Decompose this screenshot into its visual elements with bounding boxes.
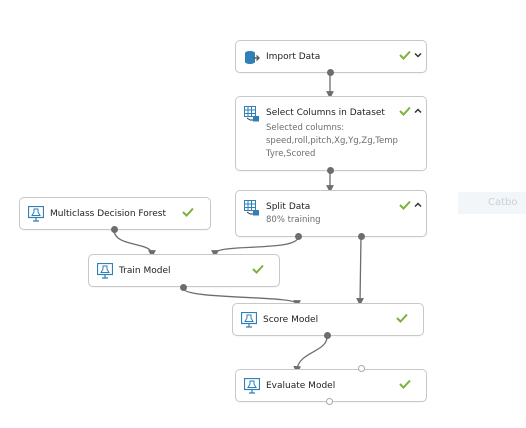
- monitor-flask-icon: [97, 263, 113, 279]
- partial-module-label[interactable]: Catbo: [458, 192, 526, 214]
- train-model-module[interactable]: Train Model: [88, 254, 280, 287]
- module-title: Split Data: [266, 202, 311, 212]
- edge-forest-to-train: [113, 229, 156, 258]
- checkmark-icon: [399, 50, 411, 60]
- edge-split-to-score: [356, 236, 364, 306]
- chevron-up-icon[interactable]: [413, 106, 423, 116]
- table-grid-icon: [244, 200, 259, 216]
- module-title: Import Data: [266, 52, 321, 62]
- monitor-flask-icon: [28, 206, 44, 222]
- monitor-flask-icon: [244, 378, 260, 394]
- select-columns-module[interactable]: Select Columns in Dataset Selected colum…: [235, 96, 427, 171]
- experiment-canvas[interactable]: Import Data Select Columns in Dataset Se…: [0, 0, 526, 428]
- module-title: Score Model: [263, 315, 319, 325]
- edge-split-to-train: [211, 236, 299, 258]
- module-detail: Selected columns:: [266, 123, 345, 133]
- checkmark-icon: [182, 207, 194, 217]
- checkmark-icon: [399, 379, 411, 389]
- module-title: Evaluate Model: [266, 381, 336, 391]
- output-port-right[interactable]: [358, 233, 365, 240]
- split-data-module[interactable]: Split Data 80% training: [235, 190, 427, 237]
- output-port[interactable]: [326, 398, 333, 405]
- monitor-flask-icon: [241, 312, 257, 328]
- output-port[interactable]: [180, 284, 187, 291]
- database-arrow-icon: [245, 51, 260, 64]
- table-grid-icon: [244, 106, 259, 122]
- input-port-right[interactable]: [358, 365, 365, 372]
- chevron-up-icon[interactable]: [413, 200, 423, 210]
- module-title: Multiclass Decision Forest: [50, 209, 166, 219]
- edge-train-to-score: [182, 287, 301, 308]
- module-detail: Tyre,Scored: [266, 149, 316, 159]
- module-detail: speed,roll,pitch,Xg,Yg,Zg,Temp: [266, 136, 398, 146]
- checkmark-icon: [396, 313, 408, 323]
- output-port[interactable]: [111, 226, 118, 233]
- checkmark-icon: [399, 106, 411, 116]
- evaluate-model-module[interactable]: Evaluate Model: [235, 369, 427, 402]
- module-title: Train Model: [119, 266, 171, 276]
- module-title: Select Columns in Dataset: [266, 108, 385, 118]
- output-port[interactable]: [327, 69, 334, 76]
- checkmark-icon: [399, 200, 411, 210]
- module-detail: 80% training: [266, 215, 321, 225]
- output-port[interactable]: [327, 167, 334, 174]
- checkmark-icon: [252, 264, 264, 274]
- edge-score-to-evaluate: [293, 336, 328, 374]
- output-port[interactable]: [324, 332, 331, 339]
- output-port-left[interactable]: [295, 233, 302, 240]
- chevron-down-icon[interactable]: [413, 50, 423, 60]
